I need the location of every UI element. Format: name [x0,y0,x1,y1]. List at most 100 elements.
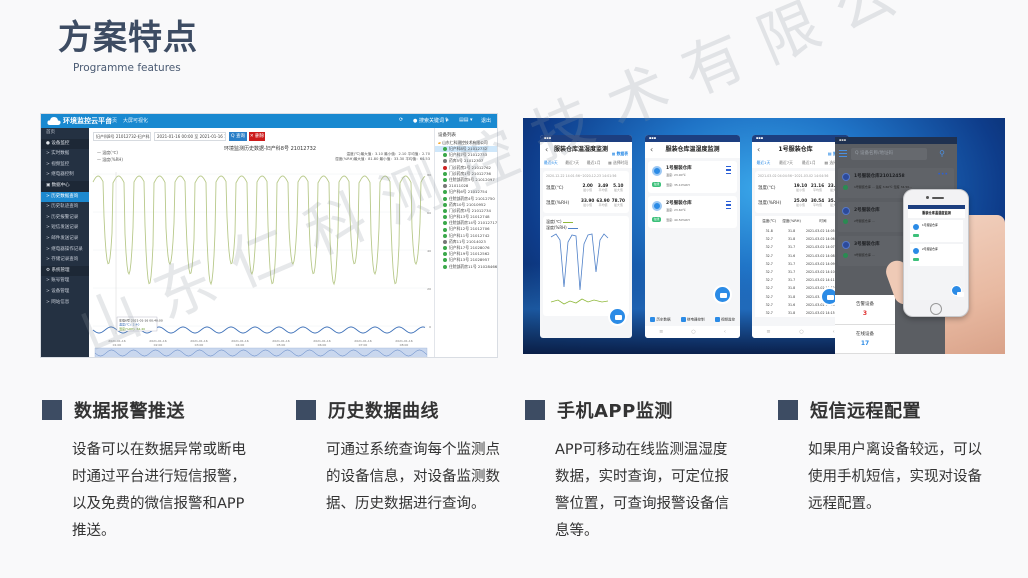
legend-temperature[interactable]: — 温度(℃) [97,150,118,156]
nav-relay[interactable]: 继电器控制 [681,317,705,323]
device-label: 住院部药房11号 21028466 [449,263,498,269]
sidebar-item[interactable]: > 设备管理 [41,287,89,298]
home-icon[interactable]: ○ [799,329,803,335]
device-card[interactable]: 1号服装仓库 [910,220,963,242]
home-button[interactable] [930,303,942,315]
tab-period[interactable]: 最近1月 [802,158,816,168]
temperature-row: 温度(℃) 2.00 最小值 3.49 平均值 5.10 最大值 [546,180,626,195]
hum-avg: 63.90 平均值 [596,197,610,207]
nav-bigscreen[interactable]: 大屏可视化 [123,117,148,124]
device-status-icon [443,252,447,257]
daterange-input[interactable]: 2021-01-16 00:00 至 2021-01-16 11:16 [154,132,226,141]
sidebar-item[interactable]: 首页 [41,128,89,139]
back-icon[interactable]: ‹ [650,142,653,158]
device-select[interactable]: 妇产科8号 21012732-妇产科8号 [93,132,151,141]
tab-period[interactable]: 最近6天 [544,158,558,168]
table-cell: 32.7 [765,269,773,274]
tree-device-item[interactable]: 住院部药房11号 21028466 [435,263,498,270]
y-tick-label: 80 [427,173,431,177]
tab-period[interactable]: 最近7天 [565,158,579,168]
tab-period[interactable]: 最近1月 [587,158,601,168]
table-cell: 31.8 [788,229,796,233]
query-button[interactable]: Q 查询 [229,132,247,141]
table-cell: 32.7 [765,310,773,315]
device-card[interactable]: 1号服装仓库 温度: 23.90℃ 湿度: 35.10%RH 在线 [648,161,737,193]
device-name: 2号服装仓库 [666,201,692,206]
tab-period[interactable]: 最近7天 [779,158,793,168]
online-count: 17 [860,339,870,347]
back-icon[interactable]: ‹ [757,142,760,158]
legend-humidity[interactable]: — 湿度(%RH) [97,157,123,163]
feature-title: 手机APP监测 [557,401,673,422]
feature-title: 数据报警推送 [74,401,185,422]
table-row: 32.7 31.7 2021-03-02 14:07:00 [755,243,846,252]
x-tick-label: 03:00 [195,343,204,347]
device-icon [842,207,850,215]
sidebar-item[interactable]: > 邮件发送记录 [41,234,89,245]
floating-action-button[interactable] [713,285,732,304]
device-status-icon [443,208,447,213]
home-icon[interactable]: ○ [691,329,695,335]
location-pin-icon[interactable]: ⚲ [939,149,945,158]
device-card[interactable]: 2号服装仓库 温度: 23.60℃ 湿度: 40.50%RH 在线 [648,196,737,228]
data-table-button[interactable]: ▦ 数据表 [612,146,628,162]
more-icon[interactable]: ••• [937,171,948,178]
table-cell: 31.7 [788,278,796,283]
sidebar-item[interactable]: > 继电器控制 [41,170,89,181]
alarm-devices-stat[interactable]: 告警设备 3 [835,295,895,325]
online-devices-stat[interactable]: 在线设备 17 [835,325,895,354]
refresh-icon[interactable]: ⟳ [399,117,403,123]
sidebar-item[interactable]: > 视频监控 [41,160,89,171]
menu-icon[interactable]: ≡ [766,329,770,335]
nav-history[interactable]: 历史数据 [650,317,671,323]
zoom-slider[interactable] [94,347,428,358]
nav-home[interactable]: 首页 [107,117,117,124]
device-search-input[interactable]: Q 设备名称/地址码 [851,148,927,160]
device-status-icon [443,147,447,152]
back-icon[interactable]: ‹ [724,329,726,335]
floating-action-button[interactable] [608,307,627,326]
bullet-square [42,400,62,420]
history-line-chart[interactable]: 车载6号 2021-01-16 00:40:00温度(℃): 2.40湿度(%R… [89,164,434,358]
table-cell: 31.6 [788,253,796,258]
layout-dropdown[interactable]: ▤▤ ▾ [459,117,473,123]
sidebar-item[interactable]: ⚙ 系统管理 [41,265,89,277]
feature-app-monitoring: 手机APP监测 APP可移动在线监测温湿度数据，实时查询，可定位报警位置，可查询… [525,398,740,545]
table-row: 32.7 31.8 2021-03-02 14:15:00 [755,308,846,318]
phone-title: 1号服装仓库 [778,146,813,153]
delete-button[interactable]: ✕ 删除 [249,132,265,141]
sidebar-item[interactable]: > 实时数据 [41,149,89,160]
logout-link[interactable]: 退出 [481,117,491,124]
sidebar-item[interactable]: > 短信发送记录 [41,223,89,234]
search-keyword-dropdown[interactable]: ● 搜索关键词 ▾ [413,117,448,124]
y-tick-label: 20 [427,287,431,291]
sidebar-item[interactable]: > 历史数据查询 [41,191,89,203]
phone-title: 服装仓库温湿度监测 [665,146,720,153]
x-tick-label: 05:00 [277,343,286,347]
temperature-series [92,175,426,286]
device-card[interactable]: 2号服装仓库 [910,244,963,266]
edit-icon[interactable]: ✎ [445,117,449,123]
phone-header: ‹ 服装仓库温湿度监测 ▦ 数据表 [540,142,632,158]
tab-period[interactable]: 最近1天 [756,158,770,168]
sidebar-item[interactable]: ● 设备监控 [41,138,89,150]
table-cell: 31.7 [788,261,796,266]
device-icon [652,201,662,211]
menu-icon[interactable] [726,201,731,209]
sidebar-item[interactable]: > 继电器操作记录 [41,245,89,256]
sidebar-item[interactable]: > 存储记录查询 [41,255,89,266]
sidebar-item[interactable]: > 历史报警记录 [41,213,89,224]
sidebar-item[interactable]: ▣ 数据中心 [41,180,89,192]
nav-video[interactable]: 视频监控 [715,317,735,323]
sidebar-item[interactable]: > 历史轨迹查询 [41,202,89,213]
sidebar-item[interactable]: > 网站信息 [41,298,89,309]
back-icon[interactable]: ‹ [545,142,548,158]
hamburger-menu-icon[interactable] [839,150,847,157]
menu-icon[interactable]: ≡ [659,329,663,335]
menu-icon[interactable] [726,166,731,174]
sidebar-item[interactable]: > 账号管理 [41,276,89,287]
hum-label: 湿度(%RH) [546,200,570,206]
floating-action-button[interactable] [951,285,964,297]
feature-alarm-push: 数据报警推送 设备可以在数据异常或断电时通过平台进行短信报警，以及免费的微信报警… [42,398,257,545]
bullet-square [525,400,545,420]
